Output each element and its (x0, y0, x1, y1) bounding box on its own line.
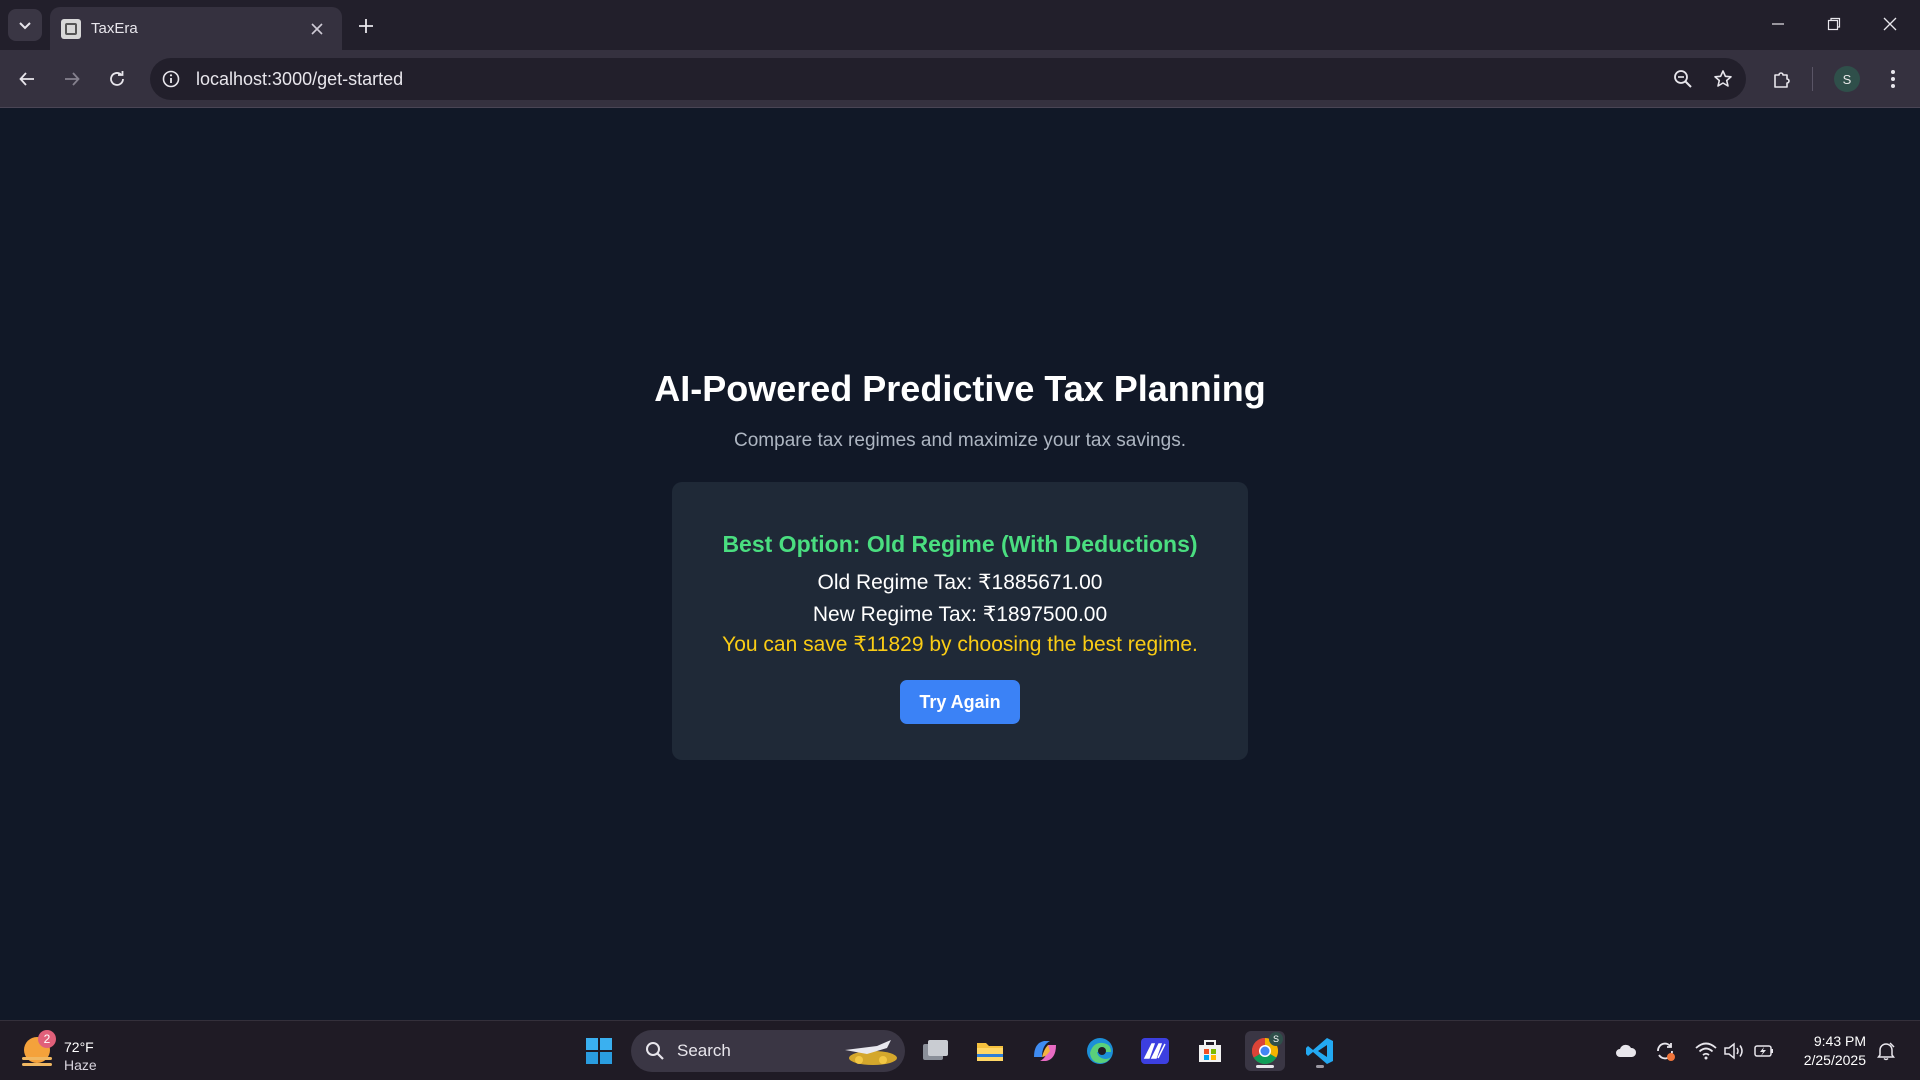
reload-icon (110, 71, 124, 86)
back-button[interactable] (9, 61, 45, 97)
taskbar-search[interactable]: Search (631, 1030, 905, 1072)
notifications-button[interactable] (1874, 1039, 1898, 1063)
folder-icon (977, 1043, 1003, 1061)
copilot-icon (1034, 1041, 1056, 1061)
arrow-right-icon (65, 72, 80, 86)
copilot-button[interactable] (1025, 1031, 1065, 1071)
cloud-icon (1616, 1044, 1637, 1057)
task-view-button[interactable] (916, 1031, 956, 1071)
windows-start-icon (586, 1038, 612, 1064)
weather-temp: 72°F (64, 1039, 94, 1055)
weather-widget[interactable]: 2 72°F Haze (20, 1029, 130, 1073)
profile-button[interactable]: S (1829, 61, 1865, 97)
minimize-button[interactable] (1750, 0, 1806, 48)
star-icon (1714, 70, 1732, 87)
bookmark-button[interactable] (1706, 62, 1740, 96)
browser-menu-button[interactable] (1875, 61, 1911, 97)
avatar: S (1834, 66, 1860, 92)
search-icon (646, 1042, 664, 1060)
search-label: Search (677, 1041, 731, 1060)
savings-message: You can save ₹11829 by choosing the best… (722, 633, 1198, 656)
sync-button[interactable] (1653, 1039, 1677, 1063)
restore-button[interactable] (1806, 0, 1862, 48)
battery-charging-icon (1754, 1045, 1773, 1057)
puzzle-icon (1774, 72, 1790, 88)
search-highlight-icon (845, 1040, 897, 1065)
volume-button[interactable] (1722, 1039, 1746, 1063)
task-view-icon (923, 1040, 948, 1060)
vscode-icon (1306, 1038, 1333, 1064)
tab-close-button[interactable] (306, 18, 328, 40)
plus-icon (359, 19, 373, 33)
tab-strip: TaxEra (0, 0, 1920, 50)
arrow-left-icon (19, 72, 34, 86)
vscode-button[interactable] (1300, 1031, 1340, 1071)
close-icon (311, 22, 323, 35)
result-card: Best Option: Old Regime (With Deductions… (672, 482, 1248, 760)
weather-condition: Haze (64, 1057, 97, 1073)
taskbar: 2 72°F Haze Search S 9:43 PM 2/25/2025 (0, 1020, 1920, 1080)
tab-taxera[interactable]: TaxEra (50, 7, 342, 50)
clock-date: 2/25/2025 (1803, 1052, 1866, 1068)
battery-button[interactable] (1752, 1039, 1776, 1063)
new-tab-button[interactable] (352, 12, 380, 40)
site-info-button[interactable] (154, 62, 188, 96)
page-subtitle: Compare tax regimes and maximize your ta… (734, 430, 1186, 451)
try-again-button[interactable]: Try Again (900, 680, 1020, 724)
reload-button[interactable] (99, 61, 135, 97)
extensions-button[interactable] (1764, 61, 1800, 97)
page-title: AI-Powered Predictive Tax Planning (654, 368, 1266, 409)
weather-badge: 2 (38, 1030, 56, 1048)
address-bar[interactable]: localhost:3000/get-started (150, 58, 1746, 100)
chrome-button[interactable]: S (1245, 1031, 1285, 1071)
volume-icon (1724, 1042, 1743, 1060)
new-regime-tax: New Regime Tax: ₹1897500.00 (812, 603, 1108, 626)
file-explorer-button[interactable] (970, 1031, 1010, 1071)
edge-button[interactable] (1080, 1031, 1120, 1071)
notification-bell-icon (1877, 1042, 1895, 1061)
taxera-favicon-icon (61, 18, 81, 39)
microsoft-store-icon (1199, 1040, 1221, 1062)
tab-search-button[interactable] (8, 9, 42, 41)
old-regime-tax: Old Regime Tax: ₹1885671.00 (817, 571, 1103, 594)
clock-time: 9:43 PM (1813, 1033, 1866, 1049)
start-button[interactable] (579, 1031, 619, 1071)
system-clock[interactable]: 9:43 PM 2/25/2025 (1776, 1032, 1866, 1070)
microsoft-store-button[interactable] (1190, 1031, 1230, 1071)
zoom-button[interactable] (1666, 62, 1700, 96)
forward-button[interactable] (54, 61, 90, 97)
app-icon (1141, 1038, 1169, 1064)
more-vertical-icon (1891, 70, 1895, 88)
best-option-text: Best Option: Old Regime (With Deductions… (722, 531, 1198, 557)
tab-title: TaxEra (91, 20, 138, 37)
close-icon (1883, 17, 1897, 31)
onedrive-button[interactable] (1614, 1039, 1638, 1063)
edge-icon (1087, 1038, 1113, 1064)
restore-icon (1827, 17, 1841, 31)
page-content: AI-Powered Predictive Tax Planning Compa… (0, 109, 1920, 1020)
info-icon (162, 70, 180, 88)
chrome-profile-badge: S (1269, 1032, 1283, 1046)
toolbar-divider (1812, 67, 1813, 91)
pen-app-button[interactable] (1135, 1031, 1175, 1071)
zoom-icon (1674, 70, 1692, 88)
browser-toolbar: localhost:3000/get-started S (0, 50, 1920, 108)
minimize-icon (1772, 23, 1784, 25)
close-window-button[interactable] (1862, 0, 1918, 48)
chevron-down-icon (19, 22, 31, 30)
wifi-button[interactable] (1694, 1039, 1718, 1063)
sync-icon (1657, 1042, 1675, 1061)
wifi-icon (1695, 1042, 1717, 1060)
url-text[interactable]: localhost:3000/get-started (196, 69, 1666, 90)
